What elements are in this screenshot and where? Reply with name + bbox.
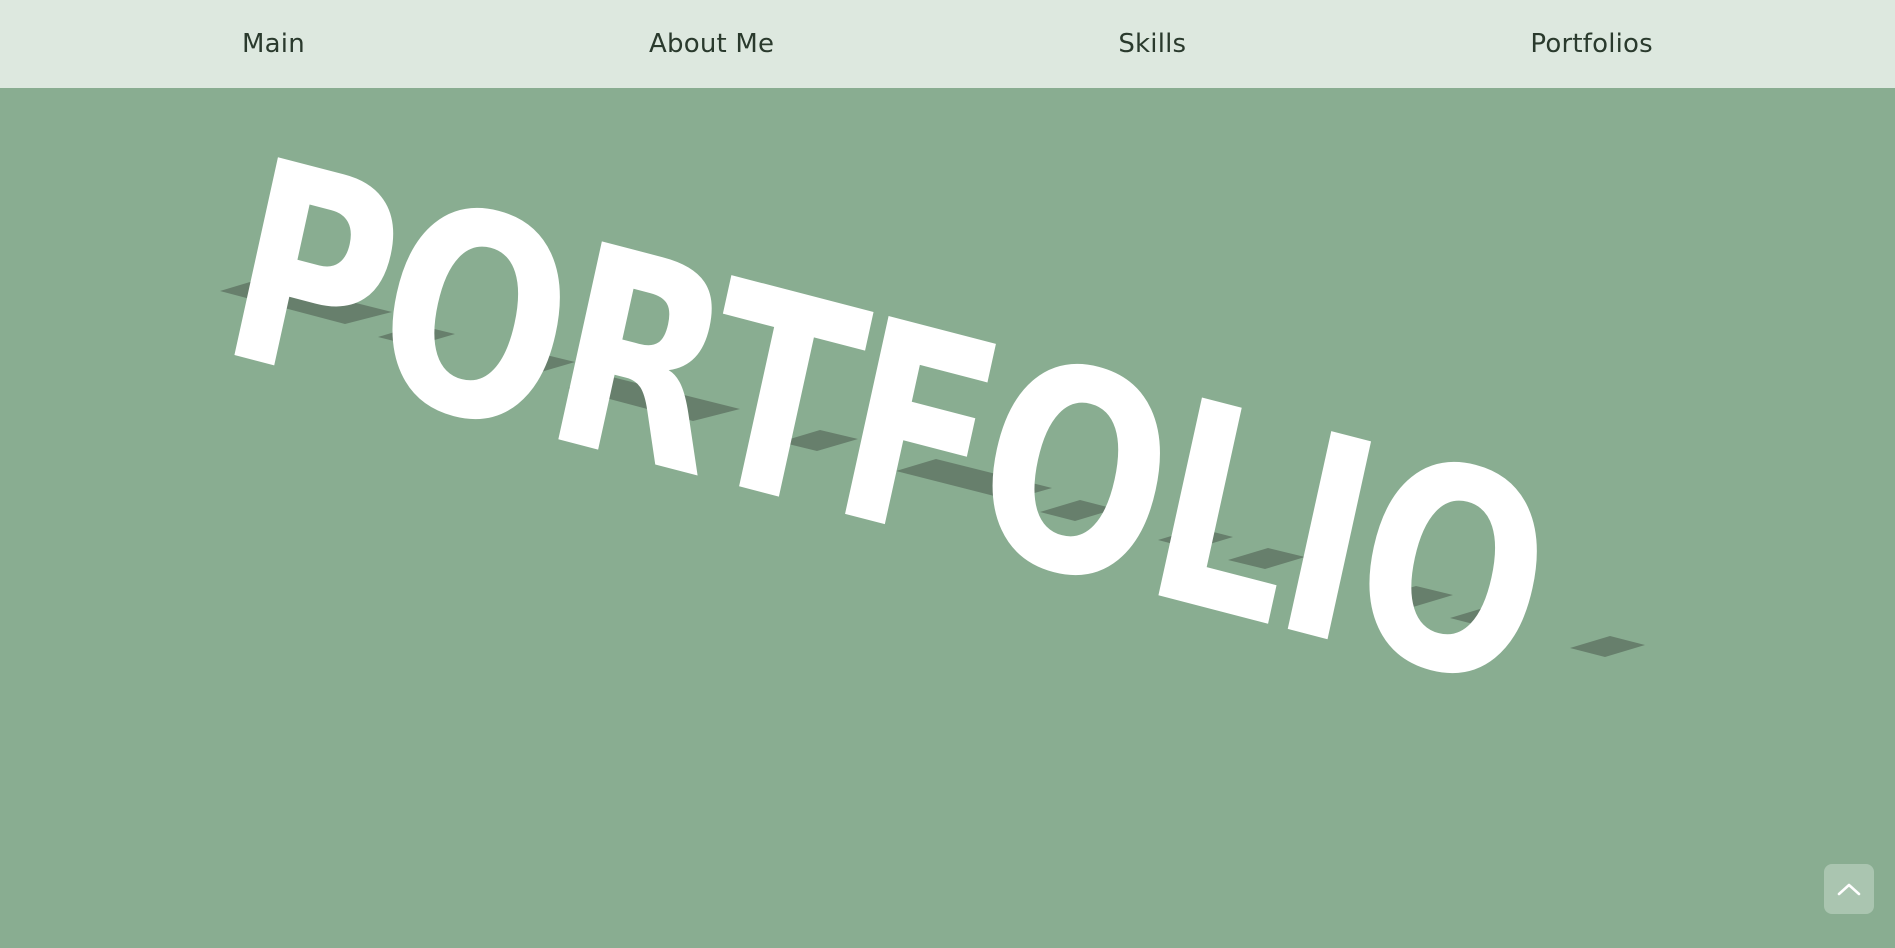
nav-link-portfolios[interactable]: Portfolios	[1530, 29, 1653, 59]
hero-title: PORTFOLIO	[201, 98, 1571, 752]
back-to-top-button[interactable]	[1824, 864, 1874, 914]
nav-link-skills[interactable]: Skills	[1118, 29, 1186, 59]
top-navigation: Main About Me Skills Portfolios	[0, 0, 1895, 88]
slice-face-o3-right	[1570, 636, 1645, 657]
hero-title-graphic: PORTFOLIO	[201, 98, 1645, 752]
nav-link-main[interactable]: Main	[242, 29, 305, 59]
hero-section: PORTFOLIO	[0, 88, 1895, 948]
chevron-up-icon	[1837, 883, 1861, 896]
nav-link-about-me[interactable]: About Me	[649, 29, 774, 59]
